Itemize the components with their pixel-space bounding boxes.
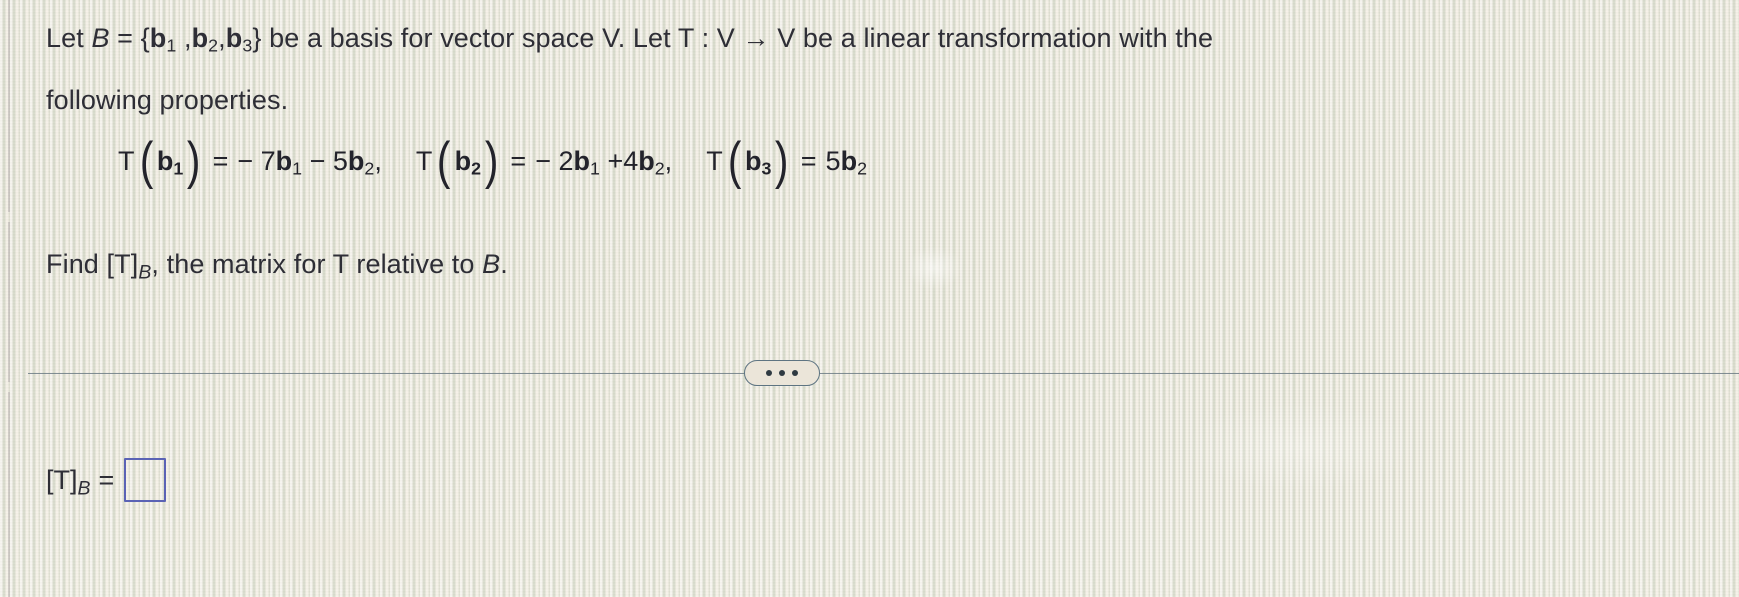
equation-2-open-paren: ( — [437, 132, 451, 190]
ellipsis-dot-icon — [779, 370, 785, 376]
intro-text-a: Let — [46, 23, 92, 53]
equation-1-separator: , — [374, 146, 382, 177]
find-suffix: , the matrix for T relative to — [151, 249, 483, 279]
equation-1-argument-index: 1 — [173, 158, 184, 179]
equation-2-argument-index: 2 — [471, 158, 482, 179]
equation-3-rhs: 5b2 — [825, 146, 867, 179]
ellipsis-dot-icon — [766, 370, 772, 376]
equation-1: T ( b1 ) = − 7b1 − 5b2 , — [118, 132, 404, 190]
problem-content: Let B = {b1 ,b2,b3} be a basis for vecto… — [0, 0, 1739, 597]
problem-statement-line-1: Let B = {b1 ,b2,b3} be a basis for vecto… — [46, 18, 1213, 58]
basis-vector-3: b — [225, 23, 243, 53]
equation-3-function: T — [706, 146, 723, 177]
basis-symbol: B — [91, 23, 110, 53]
basis-vector-2: b — [191, 23, 209, 53]
find-prefix: Find [T] — [46, 249, 139, 279]
ellipsis-dot-icon — [792, 370, 798, 376]
equation-1-argument: b1 — [156, 146, 184, 179]
equation-1-function: T — [118, 146, 135, 177]
right-arrow-icon: → — [742, 23, 770, 53]
more-options-button[interactable] — [744, 360, 820, 386]
transformation-equations: T ( b1 ) = − 7b1 − 5b2 , T ( b2 ) = − 2b… — [118, 132, 867, 190]
answer-label-prefix: [T] — [46, 464, 78, 495]
basis-vector-2-index: 2 — [208, 35, 219, 56]
equation-2-relation: = — [510, 146, 527, 177]
intro-text-c: } be a basis for vector space V. Let T :… — [252, 23, 743, 53]
section-divider — [28, 360, 1739, 386]
equation-1-close-paren: ) — [187, 132, 201, 190]
equation-3-argument-index: 3 — [761, 158, 772, 179]
basis-vector-3-index: 3 — [242, 35, 253, 56]
equation-2-argument: b2 — [454, 146, 482, 179]
basis-separator-2: , — [218, 23, 226, 53]
intro-text-d: V be a linear transformation with the — [769, 23, 1214, 53]
equation-3-open-paren: ( — [727, 132, 742, 190]
equation-1-open-paren: ( — [139, 132, 153, 190]
equation-2-rhs: − 2b1 +4b2 — [535, 146, 665, 179]
equation-2-function: T — [415, 146, 433, 177]
divider-line — [28, 373, 1739, 374]
basis-vector-1: b — [149, 23, 167, 53]
equation-3-close-paren: ) — [775, 132, 789, 190]
find-basis-symbol: B — [482, 249, 501, 279]
equation-3-argument: b3 — [745, 146, 772, 179]
equation-2-separator: , — [664, 146, 673, 177]
equation-1-rhs: − 7b1 − 5b2 — [237, 146, 375, 179]
basis-vector-1-index: 1 — [166, 35, 177, 56]
find-period: . — [500, 249, 508, 279]
problem-question-line: Find [T]B, the matrix for T relative to … — [46, 244, 508, 284]
equation-2: T ( b2 ) = − 2b1 +4b2 , — [415, 132, 694, 190]
equation-1-relation: = — [212, 146, 229, 177]
equation-3-relation: = — [800, 146, 817, 177]
equation-2-close-paren: ) — [484, 132, 499, 190]
find-subscript: B — [138, 261, 152, 284]
basis-separator-1: , — [176, 23, 192, 53]
answer-input[interactable] — [124, 458, 167, 502]
equation-3: T ( b3 ) = 5b2 — [706, 132, 867, 190]
problem-statement-line-2: following properties. — [46, 85, 289, 115]
worksheet-page: Let B = {b1 ,b2,b3} be a basis for vecto… — [0, 0, 1739, 597]
answer-label: [T]B — [46, 464, 91, 499]
answer-row: [T]B = — [46, 458, 167, 502]
intro-text-b: = { — [109, 23, 150, 53]
answer-equals-sign: = — [98, 464, 115, 495]
answer-label-subscript: B — [77, 476, 91, 499]
